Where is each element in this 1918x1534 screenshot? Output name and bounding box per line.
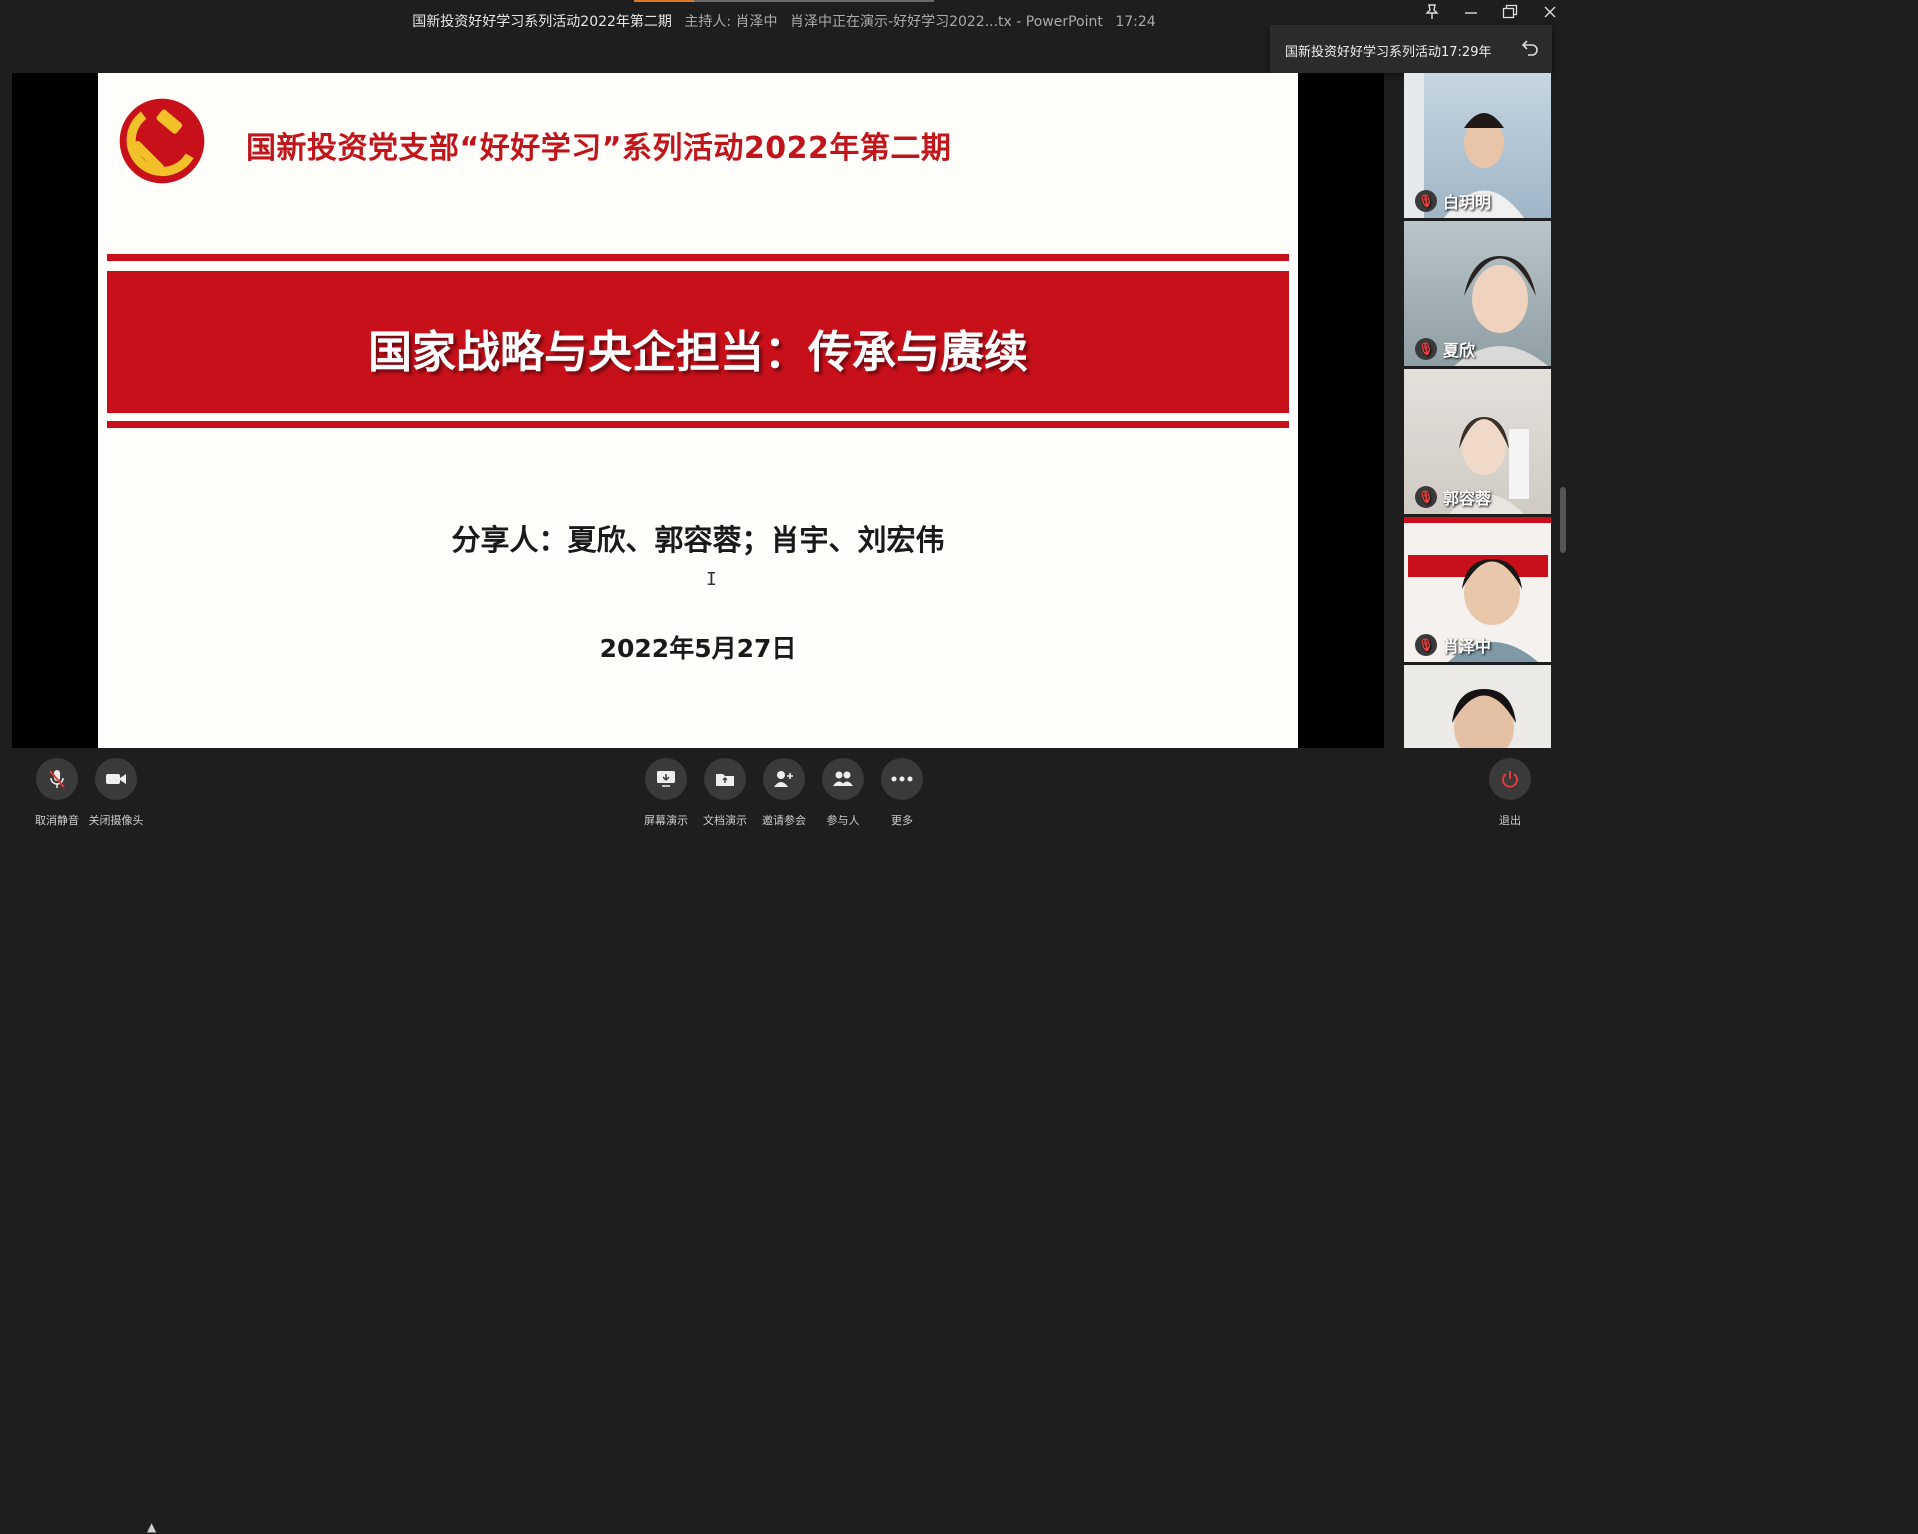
participant-tile[interactable]: 🎙 白玥明 bbox=[1404, 73, 1551, 218]
folder-share-icon bbox=[704, 758, 746, 800]
participant-name: 肖泽中 bbox=[1443, 637, 1492, 656]
participant-name-tag: 🎙 白玥明 bbox=[1415, 189, 1491, 213]
minimize-icon[interactable] bbox=[1456, 4, 1486, 24]
host-label: 主持人: 肖泽中 bbox=[684, 14, 778, 30]
title-banner: 国家战略与央企担当：传承与赓续 bbox=[107, 271, 1289, 413]
more-button[interactable]: 更多 bbox=[862, 758, 942, 828]
camera-icon bbox=[95, 758, 137, 800]
participant-name: 白玥明 bbox=[1443, 193, 1492, 212]
slide-sharer: 分享人：夏欣、郭容蓉；肖宇、刘宏伟 bbox=[451, 523, 945, 557]
camera-options-caret-icon[interactable]: ▲ bbox=[147, 1520, 156, 1534]
top-divider bbox=[107, 254, 1289, 261]
participant-name-tag: 🎙 肖泽中 bbox=[1415, 633, 1491, 657]
camera-off-button[interactable]: 关闭摄像头 bbox=[76, 758, 156, 828]
close-icon[interactable] bbox=[1535, 4, 1565, 24]
exit-label: 退出 bbox=[1499, 814, 1521, 827]
camera-off-label: 关闭摄像头 bbox=[88, 814, 144, 827]
people-icon bbox=[822, 758, 864, 800]
slide-header: 国新投资党支部“好好学习”系列活动2022年第二期 bbox=[246, 131, 952, 166]
meeting-toolbar: 取消静音 关闭摄像头 ▲ 屏幕演示 文档演示 邀请参会 参与人 更多 退出 bbox=[0, 748, 1568, 1534]
loading-bar bbox=[634, 0, 934, 2]
restore-icon[interactable] bbox=[1495, 4, 1525, 24]
participant-tile[interactable]: 🎙 郭容蓉 bbox=[1404, 369, 1551, 514]
participant-tile[interactable] bbox=[1404, 665, 1551, 748]
clock: 17:24 bbox=[1115, 14, 1156, 30]
slide-date: 2022年5月27日 bbox=[599, 634, 797, 663]
mic-muted-icon: 🎙 bbox=[1415, 634, 1437, 656]
more-dots-icon bbox=[881, 758, 923, 800]
mic-muted-icon: 🎙 bbox=[1415, 486, 1437, 508]
presenting-status: 肖泽中正在演示-好好学习2022...tx - PowerPoint bbox=[790, 14, 1103, 30]
add-person-icon bbox=[763, 758, 805, 800]
text-cursor-icon: I bbox=[706, 569, 717, 590]
meeting-title: 国新投资好好学习系列活动2022年第二期 bbox=[412, 14, 672, 30]
slide-main-title: 国家战略与央企担当：传承与赓续 bbox=[368, 327, 1028, 378]
presentation-slide: 国新投资党支部“好好学习”系列活动2022年第二期 国家战略与央企担当：传承与赓… bbox=[98, 73, 1298, 748]
mic-muted-icon: 🎙 bbox=[1415, 338, 1437, 360]
tile-scrollbar[interactable] bbox=[1560, 487, 1566, 553]
mic-muted-icon: 🎙 bbox=[1415, 190, 1437, 212]
power-icon bbox=[1489, 758, 1531, 800]
notification-toast[interactable]: 国新投资好好学习系列活动17:29年 bbox=[1270, 25, 1552, 73]
participant-name-tag: 🎙 郭容蓉 bbox=[1415, 485, 1491, 509]
exit-button[interactable]: 退出 bbox=[1470, 758, 1550, 828]
participant-name: 郭容蓉 bbox=[1443, 489, 1492, 508]
screen-share-icon bbox=[645, 758, 687, 800]
bottom-divider bbox=[107, 421, 1289, 428]
participant-name: 夏欣 bbox=[1443, 341, 1476, 360]
participant-tile[interactable]: 🎙 夏欣 bbox=[1404, 221, 1551, 366]
participant-tile[interactable]: 🎙 肖泽中 bbox=[1404, 517, 1551, 662]
return-icon[interactable] bbox=[1520, 37, 1540, 62]
mic-off-icon bbox=[36, 758, 78, 800]
toast-text: 国新投资好好学习系列活动17:29年 bbox=[1285, 45, 1492, 60]
participant-name-tag: 🎙 夏欣 bbox=[1415, 337, 1475, 361]
more-label: 更多 bbox=[891, 814, 913, 827]
video-feed bbox=[1452, 689, 1516, 748]
party-emblem-icon bbox=[119, 98, 205, 184]
pin-icon[interactable] bbox=[1417, 4, 1447, 24]
